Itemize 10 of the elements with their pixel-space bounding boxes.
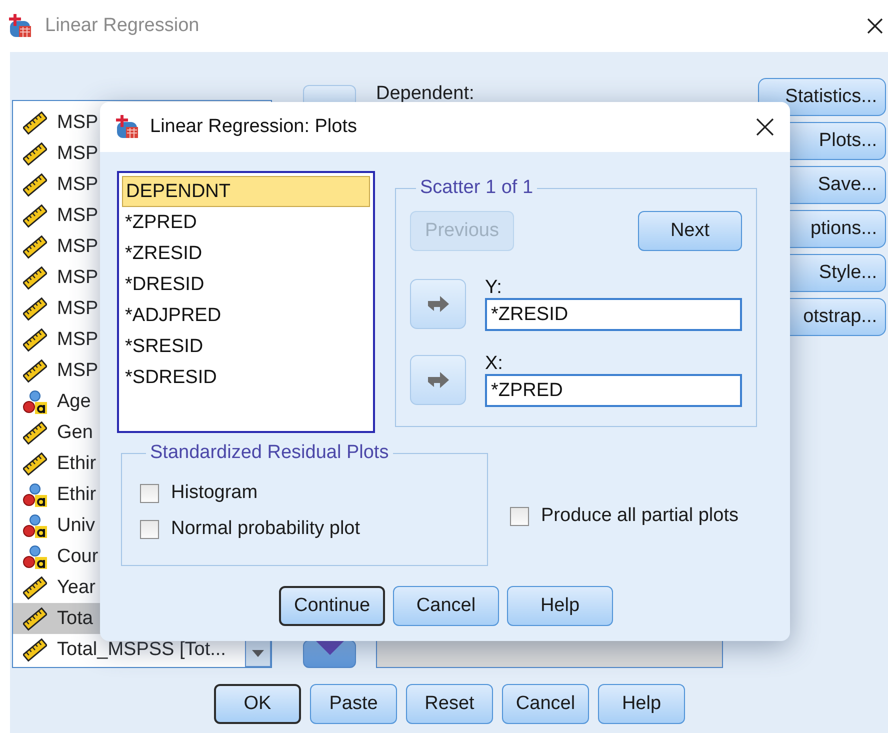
checkbox-label: Produce all partial plots [541, 505, 738, 527]
field-label: Dependent: [376, 83, 474, 105]
field-label: Y: [485, 279, 503, 296]
checkbox-label: Normal probability plot [171, 518, 360, 540]
window-title: Linear Regression [45, 15, 200, 37]
group-title: Standardized Residual Plots [149, 442, 390, 464]
dialog-title: Linear Regression: Plots [150, 116, 357, 138]
checkbox-label: Histogram [171, 482, 258, 504]
field-label: X: [485, 355, 504, 372]
group-title: Scatter 1 of 1 [419, 177, 534, 199]
